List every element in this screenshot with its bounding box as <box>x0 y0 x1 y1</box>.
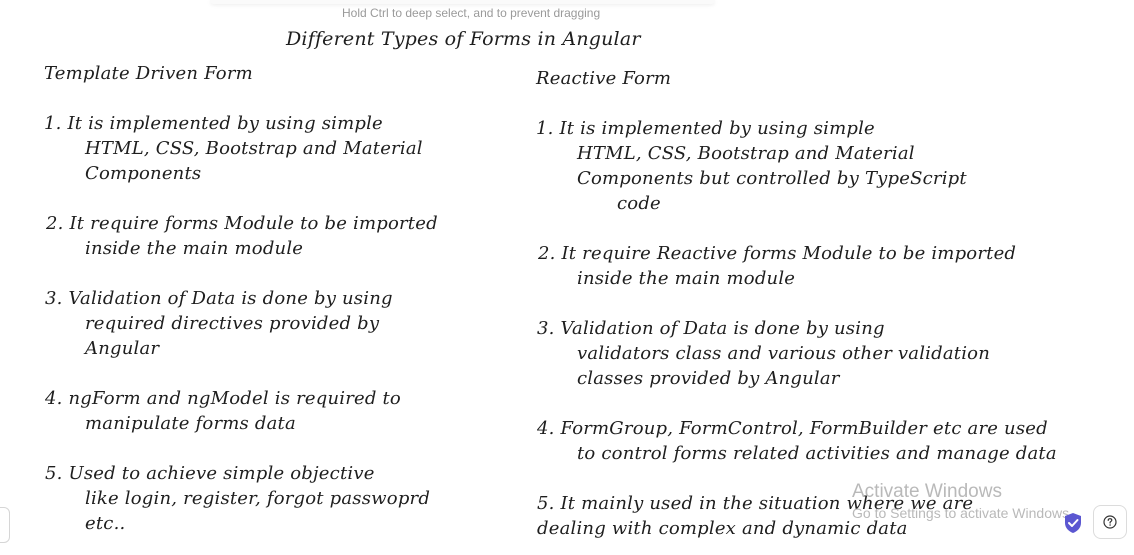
left-line: 4. ngForm and ngModel is required to <box>45 388 401 409</box>
left-line: Angular <box>85 338 160 359</box>
left-line: like login, register, forgot passwoprd <box>85 488 431 509</box>
right-heading: Reactive Form <box>536 68 672 89</box>
left-line: Components <box>85 163 202 184</box>
left-line: etc.. <box>85 513 126 534</box>
help-icon <box>1103 515 1117 529</box>
left-line: required directives provided by <box>85 313 380 334</box>
watermark-title: Activate Windows <box>852 481 1002 502</box>
left-line: 1. It is implemented by using simple <box>44 113 383 134</box>
canvas-title: Different Types of Forms in Angular <box>286 28 641 50</box>
watermark-subtitle: Go to Settings to activate Windows. <box>852 505 1073 521</box>
left-line: 5. Used to achieve simple objective <box>45 463 375 484</box>
right-line: 2. It require Reactive forms Module to b… <box>538 243 1017 264</box>
hint-bar <box>210 0 715 4</box>
right-line: code <box>617 193 661 214</box>
right-line: inside the main module <box>577 268 796 289</box>
help-button[interactable] <box>1093 505 1127 539</box>
right-line: dealing with complex and dynamic data <box>537 518 908 539</box>
right-line: classes provided by Angular <box>577 368 840 389</box>
left-line: 3. Validation of Data is done by using <box>45 288 393 309</box>
left-line: HTML, CSS, Bootstrap and Material <box>85 138 423 159</box>
left-heading: Template Driven Form <box>44 63 253 84</box>
right-line: HTML, CSS, Bootstrap and Material <box>577 143 915 164</box>
left-toolbar-edge[interactable] <box>0 507 10 543</box>
right-line: 3. Validation of Data is done by using <box>537 318 885 339</box>
right-line: to control forms related activities and … <box>577 443 1057 464</box>
shield-check-icon[interactable] <box>1063 512 1083 534</box>
hint-text: Hold Ctrl to deep select, and to prevent… <box>342 6 601 20</box>
right-line: 1. It is implemented by using simple <box>536 118 875 139</box>
right-line: 4. FormGroup, FormControl, FormBuilder e… <box>537 418 1048 439</box>
left-line: inside the main module <box>85 238 304 259</box>
right-line: Components but controlled by TypeScript <box>577 168 967 189</box>
left-line: manipulate forms data <box>85 413 296 434</box>
right-line: validators class and various other valid… <box>577 343 991 364</box>
left-line: 2. It require forms Module to be importe… <box>46 213 438 234</box>
